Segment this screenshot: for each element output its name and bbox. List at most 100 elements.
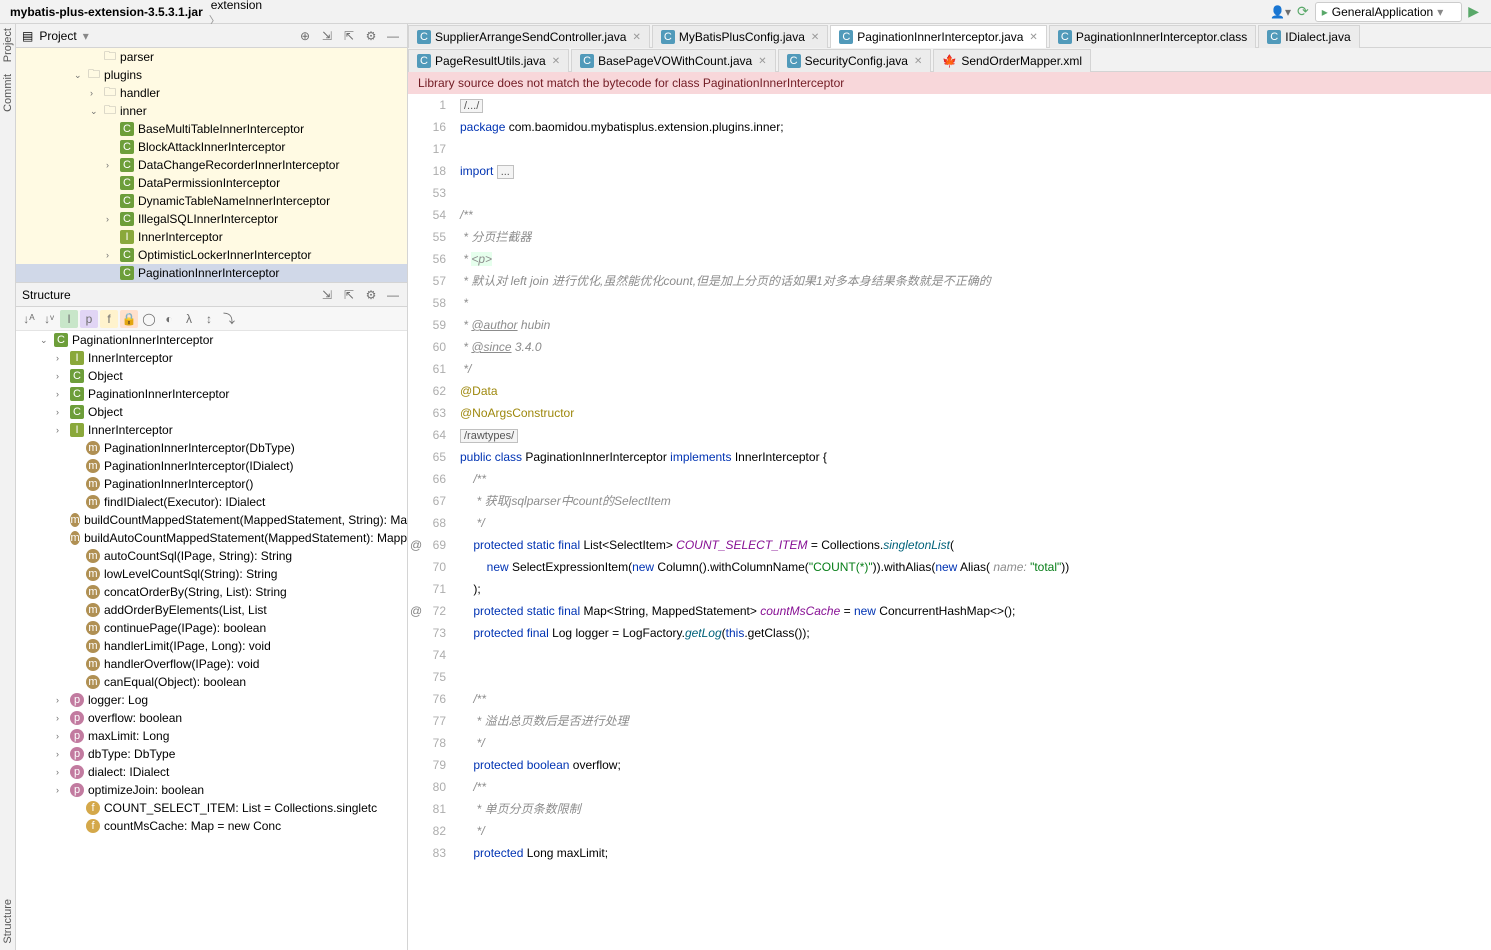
project-icon: ▤ bbox=[22, 29, 33, 43]
structure-row[interactable]: mbuildAutoCountMappedStatement(MappedSta… bbox=[16, 529, 407, 547]
structure-row[interactable]: ›IInnerInterceptor bbox=[16, 421, 407, 439]
structure-row[interactable]: ›CPaginationInnerInterceptor bbox=[16, 385, 407, 403]
filter-interface-icon[interactable]: I bbox=[60, 310, 78, 328]
structure-row[interactable]: ›poptimizeJoin: boolean bbox=[16, 781, 407, 799]
tree-row[interactable]: ⌄🗀plugins bbox=[16, 66, 407, 84]
structure-row[interactable]: maddOrderByElements(List, List bbox=[16, 601, 407, 619]
code-content[interactable]: /.../package com.baomidou.mybatisplus.ex… bbox=[456, 94, 1491, 950]
structure-row[interactable]: mfindIDialect(Executor): IDialect bbox=[16, 493, 407, 511]
editor-tab[interactable]: 🍁SendOrderMapper.xml bbox=[933, 49, 1091, 72]
project-panel-title: Project bbox=[39, 29, 76, 43]
filter-property-icon[interactable]: p bbox=[80, 310, 98, 328]
structure-row[interactable]: ›CObject bbox=[16, 367, 407, 385]
close-icon[interactable]: ✕ bbox=[914, 56, 922, 67]
warning-banner: Library source does not match the byteco… bbox=[408, 72, 1491, 94]
editor-tab[interactable]: CPaginationInnerInterceptor.java✕ bbox=[830, 25, 1047, 48]
structure-panel-header: Structure ⇲ ⇱ ⚙ — bbox=[16, 283, 407, 307]
structure-row[interactable]: ⌄CPaginationInnerInterceptor bbox=[16, 331, 407, 349]
breadcrumb-jar[interactable]: mybatis-plus-extension-3.5.3.1.jar bbox=[6, 5, 207, 19]
rail-project[interactable]: Project bbox=[2, 28, 14, 62]
structure-row[interactable]: mhandlerLimit(IPage, Long): void bbox=[16, 637, 407, 655]
hide-struct-icon[interactable]: — bbox=[385, 287, 401, 303]
editor-tabs-row-2: CPageResultUtils.java✕CBasePageVOWithCou… bbox=[408, 48, 1491, 72]
tree-row[interactable]: ›CIllegalSQLInnerInterceptor bbox=[16, 210, 407, 228]
structure-row[interactable]: fcountMsCache: Map = new Conc bbox=[16, 817, 407, 835]
tree-row[interactable]: CBaseMultiTableInnerInterceptor bbox=[16, 120, 407, 138]
filter-scroll-icon[interactable]: ↕ bbox=[200, 310, 218, 328]
tree-row[interactable]: ›COptimisticLockerInnerInterceptor bbox=[16, 246, 407, 264]
structure-row[interactable]: ›pdbType: DbType bbox=[16, 745, 407, 763]
editor-tab[interactable]: CSecurityConfig.java✕ bbox=[778, 49, 932, 72]
structure-panel-title: Structure bbox=[22, 288, 71, 302]
structure-row[interactable]: ›poverflow: boolean bbox=[16, 709, 407, 727]
close-icon[interactable]: ✕ bbox=[1029, 32, 1037, 43]
close-icon[interactable]: ✕ bbox=[552, 56, 560, 67]
rail-structure[interactable]: Structure bbox=[2, 899, 14, 944]
structure-row[interactable]: ›pdialect: IDialect bbox=[16, 763, 407, 781]
expand-icon[interactable]: ⇲ bbox=[319, 287, 335, 303]
editor-tab[interactable]: CPaginationInnerInterceptor.class bbox=[1049, 25, 1256, 48]
structure-row[interactable]: mautoCountSql(IPage, String): String bbox=[16, 547, 407, 565]
filter-field-icon[interactable]: f bbox=[100, 310, 118, 328]
hide-icon[interactable]: — bbox=[385, 28, 401, 44]
tree-row[interactable]: CDynamicTableNameInnerInterceptor bbox=[16, 192, 407, 210]
structure-row[interactable]: ›pmaxLimit: Long bbox=[16, 727, 407, 745]
build-icon[interactable]: ⟳ bbox=[1297, 3, 1309, 20]
structure-row[interactable]: mPaginationInnerInterceptor() bbox=[16, 475, 407, 493]
filter-inherited-icon[interactable]: ◯ bbox=[140, 310, 158, 328]
run-config-select[interactable]: ▸ GeneralApplication ▾ bbox=[1315, 2, 1462, 22]
locate-icon[interactable]: ⊕ bbox=[297, 28, 313, 44]
structure-row[interactable]: mPaginationInnerInterceptor(IDialect) bbox=[16, 457, 407, 475]
tree-row[interactable]: CBlockAttackInnerInterceptor bbox=[16, 138, 407, 156]
collapse-all-icon[interactable]: ⇱ bbox=[341, 28, 357, 44]
collapse-icon[interactable]: ⇱ bbox=[341, 287, 357, 303]
close-icon[interactable]: ✕ bbox=[811, 32, 819, 43]
tree-row[interactable]: ⌄🗀inner bbox=[16, 102, 407, 120]
structure-row[interactable]: ›IInnerInterceptor bbox=[16, 349, 407, 367]
breadcrumb-item[interactable]: extension bbox=[207, 0, 373, 12]
navigation-bar: mybatis-plus-extension-3.5.3.1.jar 〉com〉… bbox=[0, 0, 1491, 24]
expand-all-icon[interactable]: ⇲ bbox=[319, 28, 335, 44]
editor-tab[interactable]: CPageResultUtils.java✕ bbox=[408, 49, 569, 72]
rail-commit[interactable]: Commit bbox=[2, 74, 14, 112]
structure-row[interactable]: mPaginationInnerInterceptor(DbType) bbox=[16, 439, 407, 457]
structure-row[interactable]: mcontinuePage(IPage): boolean bbox=[16, 619, 407, 637]
close-icon[interactable]: ✕ bbox=[632, 32, 640, 43]
structure-tree[interactable]: ⌄CPaginationInnerInterceptor›IInnerInter… bbox=[16, 331, 407, 950]
structure-row[interactable]: fCOUNT_SELECT_ITEM: List = Collections.s… bbox=[16, 799, 407, 817]
close-icon[interactable]: ✕ bbox=[758, 56, 766, 67]
editor-tab[interactable]: CIDialect.java bbox=[1258, 25, 1359, 48]
structure-row[interactable]: ›CObject bbox=[16, 403, 407, 421]
filter-anon-icon[interactable]: ◐ bbox=[160, 310, 178, 328]
tree-row[interactable]: ›🗀handler bbox=[16, 84, 407, 102]
filter-lambda-icon[interactable]: λ bbox=[180, 310, 198, 328]
run-icon[interactable]: ▶ bbox=[1468, 3, 1479, 20]
settings-icon[interactable]: ⚙ bbox=[363, 28, 379, 44]
filter-autoscroll-icon[interactable]: ⤵ bbox=[220, 310, 238, 328]
tree-row[interactable]: 🗀parser bbox=[16, 48, 407, 66]
filter-lock-icon[interactable]: 🔒 bbox=[120, 310, 138, 328]
structure-row[interactable]: mbuildCountMappedStatement(MappedStateme… bbox=[16, 511, 407, 529]
structure-row[interactable]: mlowLevelCountSql(String): String bbox=[16, 565, 407, 583]
line-gutter: 116171853545556575859606162636465666768@… bbox=[408, 94, 456, 950]
editor-tab[interactable]: CSupplierArrangeSendController.java✕ bbox=[408, 25, 650, 48]
project-panel-header: ▤ Project ▾ ⊕ ⇲ ⇱ ⚙ — bbox=[16, 24, 407, 48]
structure-row[interactable]: ›plogger: Log bbox=[16, 691, 407, 709]
project-tree[interactable]: 🗀parser⌄🗀plugins›🗀handler⌄🗀innerCBaseMul… bbox=[16, 48, 407, 282]
tree-row[interactable]: IInnerInterceptor bbox=[16, 228, 407, 246]
tree-row[interactable]: ›CDataChangeRecorderInnerInterceptor bbox=[16, 156, 407, 174]
sort-alpha-icon[interactable]: ↓ᴬ bbox=[20, 310, 38, 328]
tree-row[interactable]: CDataPermissionInterceptor bbox=[16, 174, 407, 192]
tree-row[interactable]: CPaginationInnerInterceptor bbox=[16, 264, 407, 282]
sort-vis-icon[interactable]: ↓ᵛ bbox=[40, 310, 58, 328]
gear-icon[interactable]: ⚙ bbox=[363, 287, 379, 303]
structure-row[interactable]: mconcatOrderBy(String, List): String bbox=[16, 583, 407, 601]
structure-toolbar: ↓ᴬ ↓ᵛ I p f 🔒 ◯ ◐ λ ↕ ⤵ bbox=[16, 307, 407, 331]
structure-row[interactable]: mcanEqual(Object): boolean bbox=[16, 673, 407, 691]
code-editor[interactable]: 116171853545556575859606162636465666768@… bbox=[408, 94, 1491, 950]
editor-tab[interactable]: CMyBatisPlusConfig.java✕ bbox=[652, 25, 828, 48]
left-rail: Project Commit Structure bbox=[0, 24, 16, 950]
editor-tab[interactable]: CBasePageVOWithCount.java✕ bbox=[571, 49, 775, 72]
user-icon[interactable]: 👤▾ bbox=[1270, 5, 1291, 19]
structure-row[interactable]: mhandlerOverflow(IPage): void bbox=[16, 655, 407, 673]
